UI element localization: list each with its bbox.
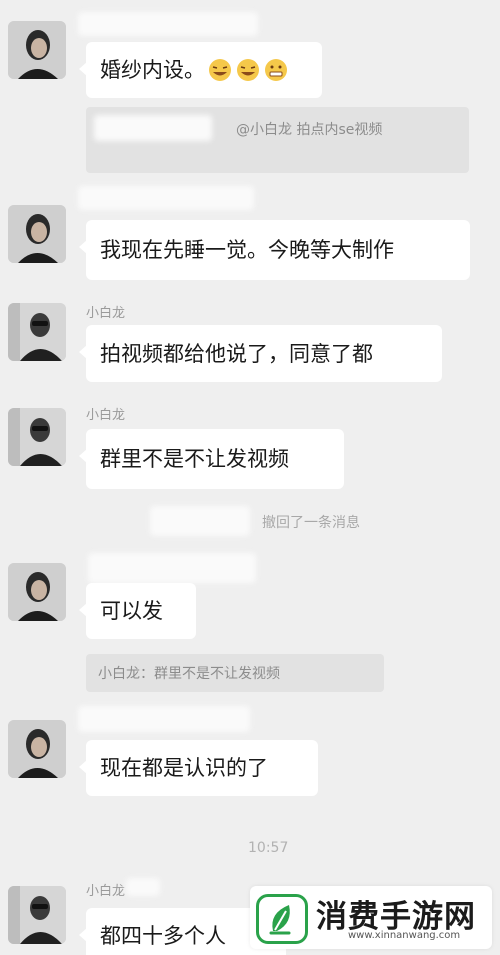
message-bubble[interactable]: 群里不是不让发视频 [79, 429, 344, 489]
avatar[interactable] [8, 303, 66, 361]
message-text: 群里不是不让发视频 [100, 447, 289, 471]
avatar[interactable] [8, 720, 66, 778]
avatar[interactable] [8, 205, 66, 263]
message-text: 都四十多个人 [100, 924, 226, 948]
laugh-cry-emoji [235, 58, 261, 82]
timestamp: 10:57 [248, 840, 289, 856]
grin-emoji [263, 58, 289, 82]
quote-text: @小白龙 拍点内se视频 [236, 122, 383, 138]
laugh-cry-emoji [207, 58, 233, 82]
sender-name: 小白龙 [86, 884, 126, 899]
blurred-sender-tail [126, 878, 160, 896]
avatar[interactable] [8, 886, 66, 944]
message-text: 婚纱内设。 [100, 58, 205, 82]
avatar[interactable] [8, 563, 66, 621]
message-bubble[interactable]: 现在都是认识的了 [79, 740, 318, 796]
message-bubble[interactable]: 拍视频都给他说了，同意了都 [79, 325, 442, 382]
system-notice: 撤回了一条消息 [262, 515, 360, 531]
blurred-sender-name [78, 186, 254, 210]
blurred-sender-name [78, 12, 258, 36]
message-text: 拍视频都给他说了，同意了都 [100, 341, 373, 366]
quoted-message[interactable]: @小白龙 拍点内se视频 [86, 107, 469, 173]
chat-screen: 婚纱内设。 @小白龙 拍点内se视频 我现在先睡一觉。今晚等大制作 小白龙 拍视… [0, 0, 500, 955]
blurred-sender-name [78, 706, 250, 732]
message-text: 可以发 [100, 599, 163, 623]
sender-name: 小白龙 [86, 306, 126, 321]
sender-name: 小白龙 [86, 408, 126, 423]
avatar[interactable] [8, 21, 66, 79]
quoted-message[interactable]: 小白龙：群里不是不让发视频 [86, 654, 384, 692]
quote-text: 小白龙：群里不是不让发视频 [98, 666, 280, 682]
message-bubble[interactable]: 婚纱内设。 [79, 42, 322, 98]
message-text: 现在都是认识的了 [100, 756, 268, 780]
avatar[interactable] [8, 408, 66, 466]
site-watermark: 消费手游网 www.xinnanwang.com [250, 886, 492, 949]
message-bubble[interactable]: 可以发 [79, 583, 196, 639]
watermark-url: www.xinnanwang.com [348, 930, 461, 941]
leaf-logo-icon [256, 894, 308, 944]
blurred-quote-sender [94, 115, 212, 141]
message-text: 我现在先睡一觉。今晚等大制作 [100, 238, 394, 262]
blurred-system-sender [150, 506, 250, 536]
message-bubble[interactable]: 我现在先睡一觉。今晚等大制作 [79, 220, 470, 280]
blurred-sender-name [88, 553, 256, 583]
